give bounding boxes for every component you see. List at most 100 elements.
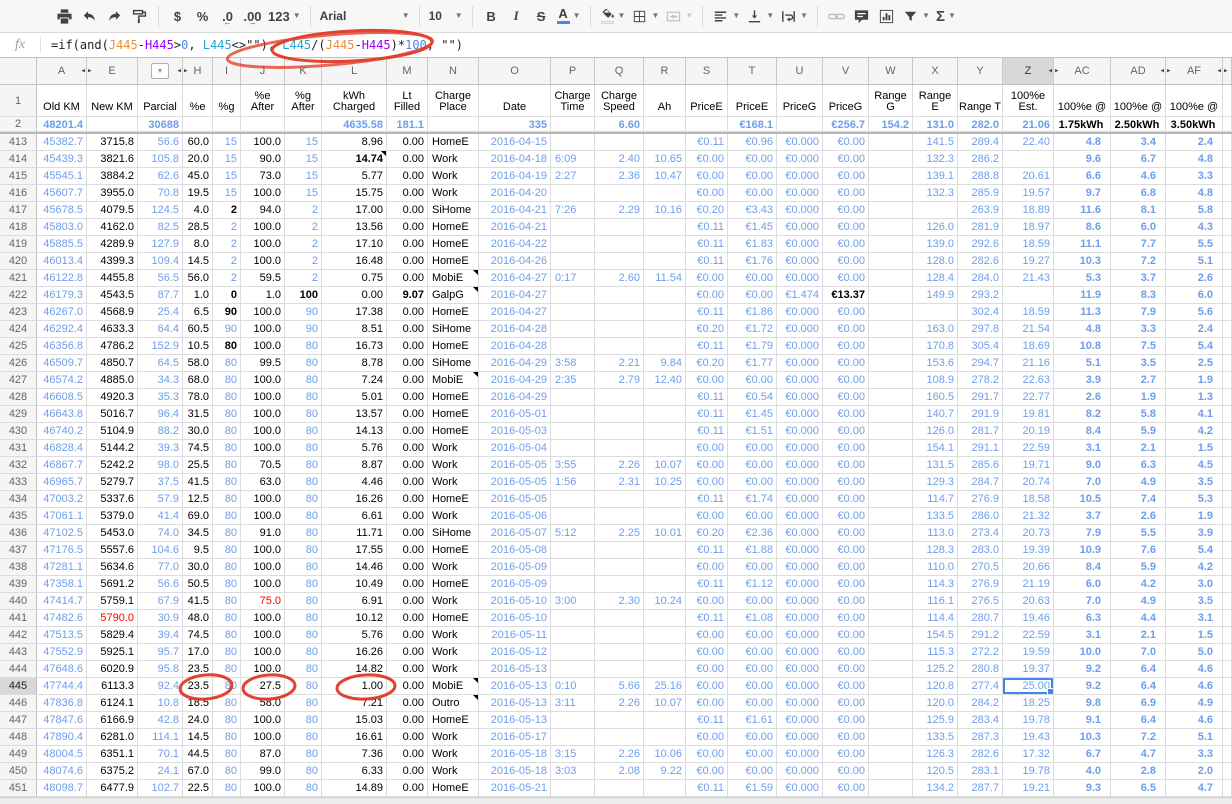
cell-W430[interactable] — [869, 423, 913, 440]
cell-T431[interactable]: €0.00 — [728, 440, 777, 457]
col-header-Y[interactable]: Y — [958, 58, 1003, 84]
cell-N436[interactable]: SiHome — [428, 525, 479, 542]
cell-O414[interactable]: 2016-04-18 — [479, 151, 551, 168]
cell-W448[interactable] — [869, 729, 913, 746]
format-percent-button[interactable]: % — [190, 4, 215, 28]
cell-E450[interactable]: 6375.2 — [87, 763, 138, 780]
row-header-425[interactable]: 425 — [0, 338, 37, 355]
cell-M429[interactable]: 0.00 — [387, 406, 428, 423]
cell-K2[interactable] — [285, 117, 322, 132]
cell-R419[interactable] — [644, 236, 686, 253]
cell-AD422[interactable]: 8.3 — [1111, 287, 1166, 304]
cell-W420[interactable] — [869, 253, 913, 270]
cell-AD443[interactable]: 7.0 — [1111, 644, 1166, 661]
cell-L426[interactable]: 8.78 — [322, 355, 387, 372]
cell-T415[interactable]: €0.00 — [728, 168, 777, 185]
cell-Q2[interactable]: 6.60 — [595, 117, 644, 132]
cell-pad445[interactable] — [1223, 678, 1232, 695]
cell-P434[interactable] — [551, 491, 595, 508]
cell-S435[interactable]: €0.00 — [686, 508, 728, 525]
cell-X430[interactable]: 126.0 — [913, 423, 958, 440]
cell-Y427[interactable]: 278.2 — [958, 372, 1003, 389]
cell-P420[interactable] — [551, 253, 595, 270]
cell-M439[interactable]: 0.00 — [387, 576, 428, 593]
cell-E431[interactable]: 5144.2 — [87, 440, 138, 457]
cell-U449[interactable]: €0.000 — [777, 746, 823, 763]
row-header-430[interactable]: 430 — [0, 423, 37, 440]
cell-F441[interactable]: 30.9 — [138, 610, 183, 627]
cell-U440[interactable]: €0.000 — [777, 593, 823, 610]
cell-AC418[interactable]: 8.6 — [1054, 219, 1111, 236]
cell-pad424[interactable] — [1223, 321, 1232, 338]
decrease-decimal-button[interactable]: .0 ← — [215, 4, 240, 28]
cell-V430[interactable]: €0.00 — [823, 423, 869, 440]
cell-AD450[interactable]: 2.8 — [1111, 763, 1166, 780]
cell-N422[interactable]: GalpG — [428, 287, 479, 304]
cell-W443[interactable] — [869, 644, 913, 661]
cell-P424[interactable] — [551, 321, 595, 338]
cell-K429[interactable]: 80 — [285, 406, 322, 423]
col-header-P[interactable]: P — [551, 58, 595, 84]
cell-I431[interactable]: 80 — [213, 440, 241, 457]
cell-X431[interactable]: 154.1 — [913, 440, 958, 457]
cell-J422[interactable]: 1.0 — [241, 287, 285, 304]
row-header-416[interactable]: 416 — [0, 185, 37, 202]
cell-K414[interactable]: 15 — [285, 151, 322, 168]
cell-O1[interactable]: Date — [479, 85, 551, 117]
cell-H419[interactable]: 8.0 — [183, 236, 213, 253]
cell-X419[interactable]: 139.0 — [913, 236, 958, 253]
cell-AD427[interactable]: 2.7 — [1111, 372, 1166, 389]
cell-S420[interactable]: €0.11 — [686, 253, 728, 270]
cell-U434[interactable]: €0.000 — [777, 491, 823, 508]
cell-X451[interactable]: 134.2 — [913, 780, 958, 797]
cell-AF432[interactable]: 4.5 — [1166, 457, 1223, 474]
cell-U421[interactable]: €0.000 — [777, 270, 823, 287]
cell-F440[interactable]: 67.9 — [138, 593, 183, 610]
cell-Z425[interactable]: 18.69 — [1003, 338, 1054, 355]
cell-L443[interactable]: 16.26 — [322, 644, 387, 661]
cell-V419[interactable]: €0.00 — [823, 236, 869, 253]
cell-R451[interactable] — [644, 780, 686, 797]
col-header-X[interactable]: X — [913, 58, 958, 84]
cell-M450[interactable]: 0.00 — [387, 763, 428, 780]
cell-AC431[interactable]: 3.1 — [1054, 440, 1111, 457]
cell-E437[interactable]: 5557.6 — [87, 542, 138, 559]
cell-R433[interactable]: 10.25 — [644, 474, 686, 491]
cell-Q432[interactable]: 2.26 — [595, 457, 644, 474]
cell-L415[interactable]: 5.77 — [322, 168, 387, 185]
cell-AC444[interactable]: 9.2 — [1054, 661, 1111, 678]
cell-L423[interactable]: 17.38 — [322, 304, 387, 321]
cell-J428[interactable]: 100.0 — [241, 389, 285, 406]
cell-K436[interactable]: 80 — [285, 525, 322, 542]
cell-K445[interactable]: 80 — [285, 678, 322, 695]
cell-T420[interactable]: €1.76 — [728, 253, 777, 270]
cell-AF434[interactable]: 5.3 — [1166, 491, 1223, 508]
cell-Z431[interactable]: 22.59 — [1003, 440, 1054, 457]
cell-S428[interactable]: €0.11 — [686, 389, 728, 406]
col-header-M[interactable]: M — [387, 58, 428, 84]
cell-U439[interactable]: €0.000 — [777, 576, 823, 593]
cell-O430[interactable]: 2016-05-03 — [479, 423, 551, 440]
cell-L445[interactable]: 1.00 — [322, 678, 387, 695]
cell-S437[interactable]: €0.11 — [686, 542, 728, 559]
cell-X428[interactable]: 160.5 — [913, 389, 958, 406]
cell-R435[interactable] — [644, 508, 686, 525]
cell-A425[interactable]: 46356.8 — [37, 338, 87, 355]
cell-pad428[interactable] — [1223, 389, 1232, 406]
cell-F421[interactable]: 56.5 — [138, 270, 183, 287]
cell-S434[interactable]: €0.11 — [686, 491, 728, 508]
cell-Z417[interactable]: 18.89 — [1003, 202, 1054, 219]
cell-J2[interactable] — [241, 117, 285, 132]
cell-Y444[interactable]: 280.8 — [958, 661, 1003, 678]
cell-Z442[interactable]: 22.59 — [1003, 627, 1054, 644]
cell-M451[interactable]: 0.00 — [387, 780, 428, 797]
cell-pad414[interactable] — [1223, 151, 1232, 168]
cell-H451[interactable]: 22.5 — [183, 780, 213, 797]
cell-S447[interactable]: €0.11 — [686, 712, 728, 729]
cell-Y442[interactable]: 291.2 — [958, 627, 1003, 644]
cell-X436[interactable]: 113.0 — [913, 525, 958, 542]
cell-T424[interactable]: €1.72 — [728, 321, 777, 338]
cell-A415[interactable]: 45545.1 — [37, 168, 87, 185]
cell-AD444[interactable]: 6.4 — [1111, 661, 1166, 678]
cell-K413[interactable]: 15 — [285, 134, 322, 151]
